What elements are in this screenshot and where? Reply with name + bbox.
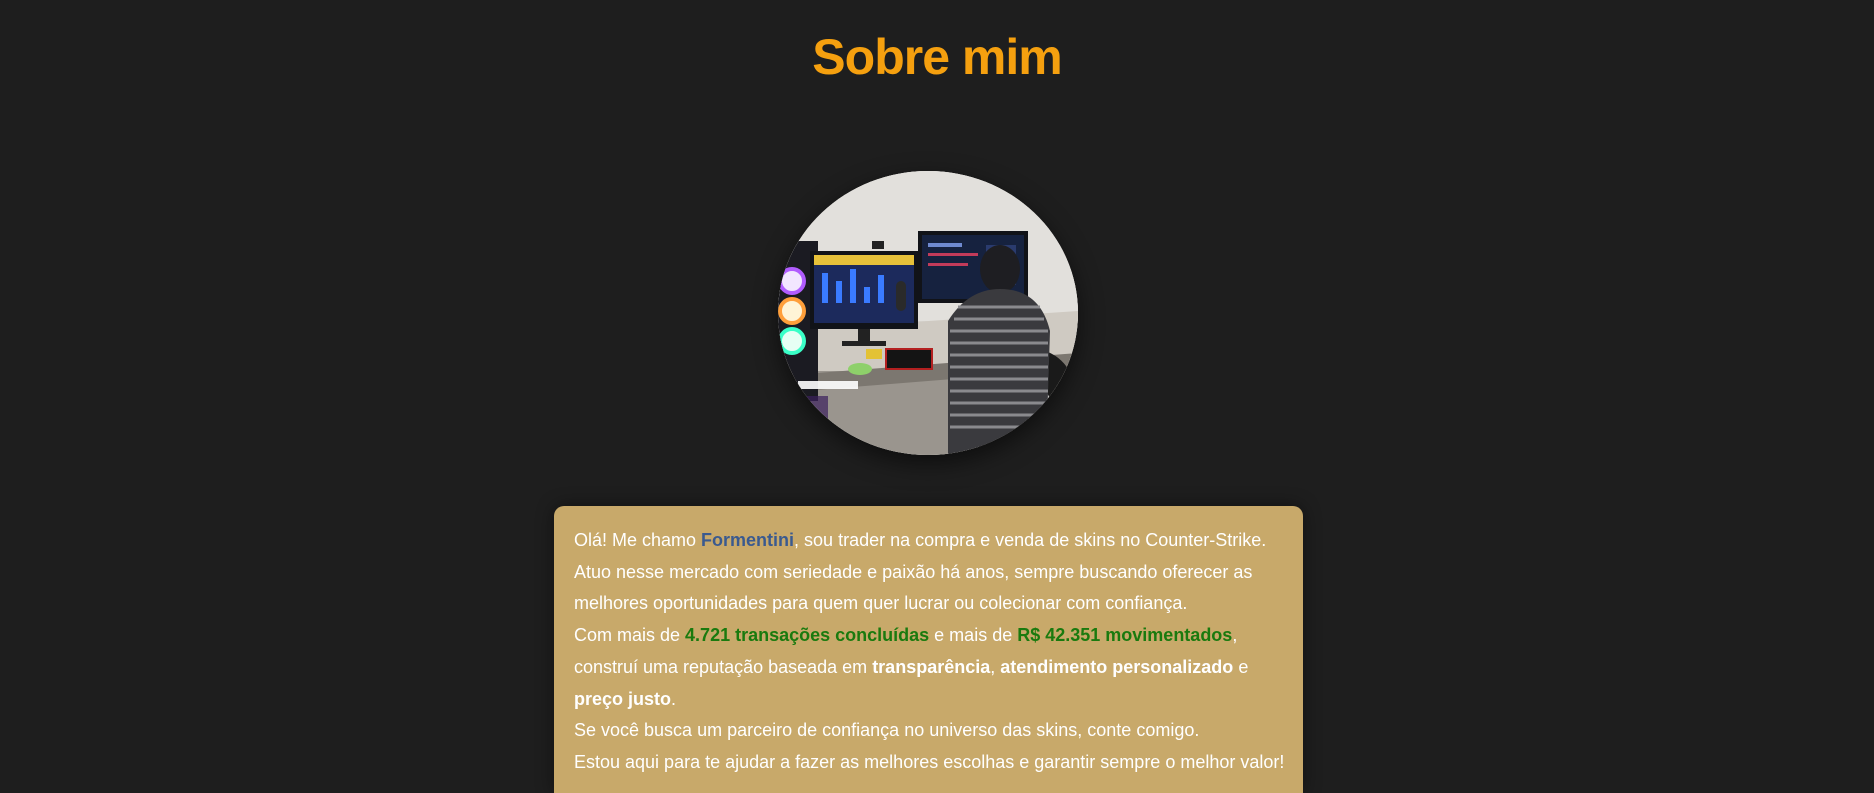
about-line-5: construí uma reputação baseada em transp… bbox=[574, 652, 1283, 684]
trader-name: Formentini bbox=[701, 530, 795, 550]
text-segment: Com mais de bbox=[574, 625, 686, 646]
text-segment: , sou trader na compra e venda de skins … bbox=[794, 530, 1267, 550]
about-page: Sobre mim Olá! Me chamo Formentini, sou … bbox=[0, 0, 1874, 793]
amount-stat: R$ 42.351 movimentados bbox=[1017, 625, 1233, 646]
about-line-3: melhores oportunidades para quem quer lu… bbox=[574, 593, 1188, 614]
about-line-6: preço justo. bbox=[574, 684, 1283, 716]
about-line-1: Olá! Me chamo Formentini, sou trader na … bbox=[574, 525, 1283, 557]
transactions-stat: 4.721 transações concluídas bbox=[685, 625, 930, 646]
value-fair-price: preço justo bbox=[574, 688, 672, 709]
text-segment: Olá! Me chamo bbox=[574, 530, 702, 550]
profile-photo bbox=[778, 171, 1078, 455]
about-line-4: Com mais de 4.721 transações concluídas … bbox=[574, 620, 1283, 652]
text-segment: e mais de bbox=[929, 625, 1018, 646]
text-segment: . bbox=[671, 688, 677, 709]
text-segment: , bbox=[990, 656, 1001, 677]
text-segment: e bbox=[1233, 656, 1249, 677]
value-transparency: transparência bbox=[872, 656, 991, 677]
text-segment: , bbox=[1232, 625, 1238, 646]
about-line-7: Se você busca um parceiro de confiança n… bbox=[574, 720, 1200, 741]
about-line-8: Estou aqui para te ajudar a fazer as mel… bbox=[574, 751, 1285, 772]
value-personalized-service: atendimento personalizado bbox=[1000, 656, 1234, 677]
page-title: Sobre mim bbox=[812, 29, 1062, 85]
desk-setup-illustration bbox=[778, 171, 1078, 455]
text-segment: construí uma reputação baseada em bbox=[574, 656, 873, 677]
about-card: Olá! Me chamo Formentini, sou trader na … bbox=[554, 506, 1303, 793]
about-line-2: Atuo nesse mercado com seriedade e paixã… bbox=[574, 561, 1253, 582]
